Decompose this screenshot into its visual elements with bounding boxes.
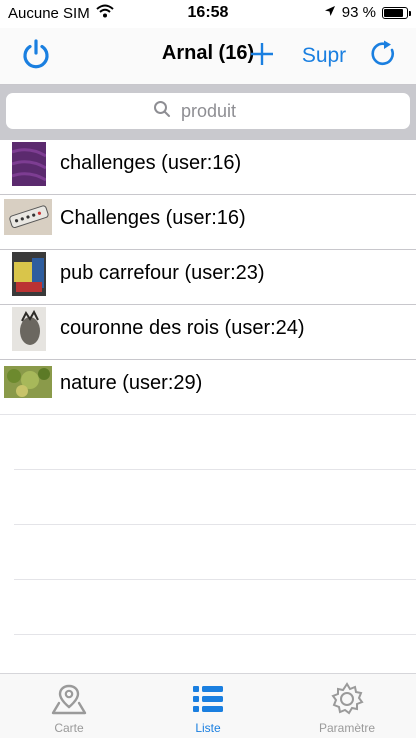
page-title: Arnal (16) [161, 42, 255, 64]
tab-label: Paramètre [318, 721, 376, 735]
battery-percent: 93 % [341, 4, 376, 21]
list-item[interactable]: couronne des rois (user:24) [0, 305, 416, 360]
list-icon [192, 682, 224, 716]
list-item-label: Challenges (user:16) [60, 207, 246, 229]
list-item[interactable]: nature (user:29) [0, 360, 416, 415]
list-item[interactable]: challenges (user:16) [0, 140, 416, 195]
list-item[interactable]: Challenges (user:16) [0, 195, 416, 250]
power-icon [20, 38, 52, 75]
battery-icon [382, 6, 411, 19]
empty-row [14, 525, 416, 580]
battery-fill [384, 8, 403, 17]
list-item[interactable]: pub carrefour (user:23) [0, 250, 416, 305]
search-input[interactable] [179, 99, 263, 123]
empty-row [14, 580, 416, 635]
empty-row [14, 415, 416, 470]
thumbnail-carrefour-poster [12, 252, 46, 296]
list-item-label: challenges (user:16) [60, 152, 242, 174]
power-button[interactable] [16, 36, 56, 76]
list-item-label: nature (user:29) [60, 372, 203, 394]
search-field[interactable] [6, 93, 410, 129]
navigation-bar: Arnal (16) Supr [0, 28, 416, 85]
thumbnail-tree-leaves [4, 366, 52, 398]
thumbnail-crown-photo [12, 307, 46, 351]
tab-label: Liste [195, 721, 221, 735]
thumbnail-purple-fabric [12, 142, 46, 186]
search-bar [0, 85, 416, 140]
add-button[interactable] [244, 36, 280, 76]
tab-bar: Carte Liste Paramètre [0, 673, 416, 738]
tab-liste[interactable]: Liste [139, 674, 277, 738]
status-bar: Aucune SIM 16:58 93 % [0, 0, 416, 28]
tab-label: Carte [54, 721, 84, 735]
thumbnail-remote-control [4, 199, 52, 235]
plus-icon [249, 41, 275, 72]
refresh-icon [370, 40, 398, 73]
tab-carte[interactable]: Carte [0, 674, 138, 738]
list-item-label: pub carrefour (user:23) [60, 262, 265, 284]
refresh-button[interactable] [364, 36, 404, 76]
empty-row [14, 470, 416, 525]
list-item-label: couronne des rois (user:24) [60, 317, 305, 339]
tab-parametre[interactable]: Paramètre [278, 674, 416, 738]
delete-button[interactable]: Supr [296, 36, 352, 76]
status-right-group: 93 % [324, 4, 411, 21]
map-pin-icon [51, 682, 87, 716]
product-list: challenges (user:16) Challenges (user:16… [0, 140, 416, 635]
gear-icon [329, 682, 365, 716]
location-arrow-icon [324, 4, 336, 21]
search-icon [153, 100, 171, 123]
